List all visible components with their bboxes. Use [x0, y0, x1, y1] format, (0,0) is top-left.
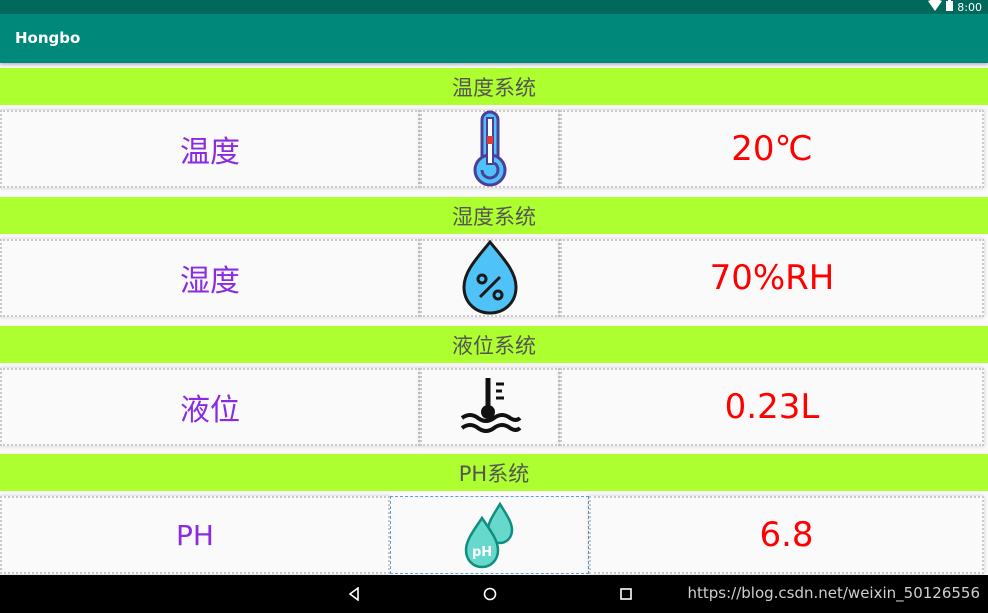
value-humidity: 70%RH — [560, 239, 984, 317]
ph-drops-icon: pH — [390, 496, 589, 574]
section-temperature: 温度系统 温度 20℃ — [0, 63, 988, 192]
row-liquid-level: 液位 0.23L — [0, 368, 988, 446]
home-icon[interactable] — [470, 575, 510, 613]
section-header-liquid-level: 液位系统 — [0, 326, 988, 363]
main-content: 温度系统 温度 20℃ 湿度系统 湿度 70%RH 液位系统 液位 0.23L … — [0, 63, 988, 575]
watermark-text: https://blog.csdn.net/weixin_50126556 — [687, 584, 980, 602]
wifi-icon — [928, 0, 943, 14]
label-temperature: 温度 — [0, 110, 420, 188]
recents-icon[interactable] — [606, 575, 646, 613]
row-humidity: 湿度 70%RH — [0, 239, 988, 317]
value-temperature: 20℃ — [560, 110, 984, 188]
section-humidity: 湿度系统 湿度 70%RH — [0, 192, 988, 321]
status-bar: 8:00 — [0, 0, 988, 14]
status-icons: 8:00 — [928, 0, 982, 14]
svg-text:pH: pH — [472, 545, 492, 560]
app-screen: 8:00 Hongbo 温度系统 温度 20℃ 湿度系统 湿度 70%RH 液位… — [0, 0, 988, 613]
navigation-bar: https://blog.csdn.net/weixin_50126556 — [0, 575, 988, 613]
label-ph: PH — [0, 496, 390, 574]
section-header-humidity: 湿度系统 — [0, 197, 988, 234]
value-ph: 6.8 — [589, 496, 984, 574]
row-temperature: 温度 20℃ — [0, 110, 988, 188]
water-level-icon — [420, 368, 560, 446]
section-ph: PH系统 PH pH 6.8 — [0, 449, 988, 575]
battery-icon — [946, 0, 954, 14]
section-header-temperature: 温度系统 — [0, 68, 988, 105]
app-title: Hongbo — [15, 29, 81, 47]
app-bar: Hongbo — [0, 14, 988, 63]
thermometer-icon — [420, 110, 560, 188]
section-liquid-level: 液位系统 液位 0.23L — [0, 321, 988, 450]
back-icon[interactable] — [334, 575, 374, 613]
label-liquid-level: 液位 — [0, 368, 420, 446]
value-liquid-level: 0.23L — [560, 368, 984, 446]
section-header-ph: PH系统 — [0, 454, 988, 491]
label-humidity: 湿度 — [0, 239, 420, 317]
humidity-drop-icon — [420, 239, 560, 317]
row-ph: PH pH 6.8 — [0, 496, 988, 574]
status-time: 8:00 — [957, 0, 982, 14]
